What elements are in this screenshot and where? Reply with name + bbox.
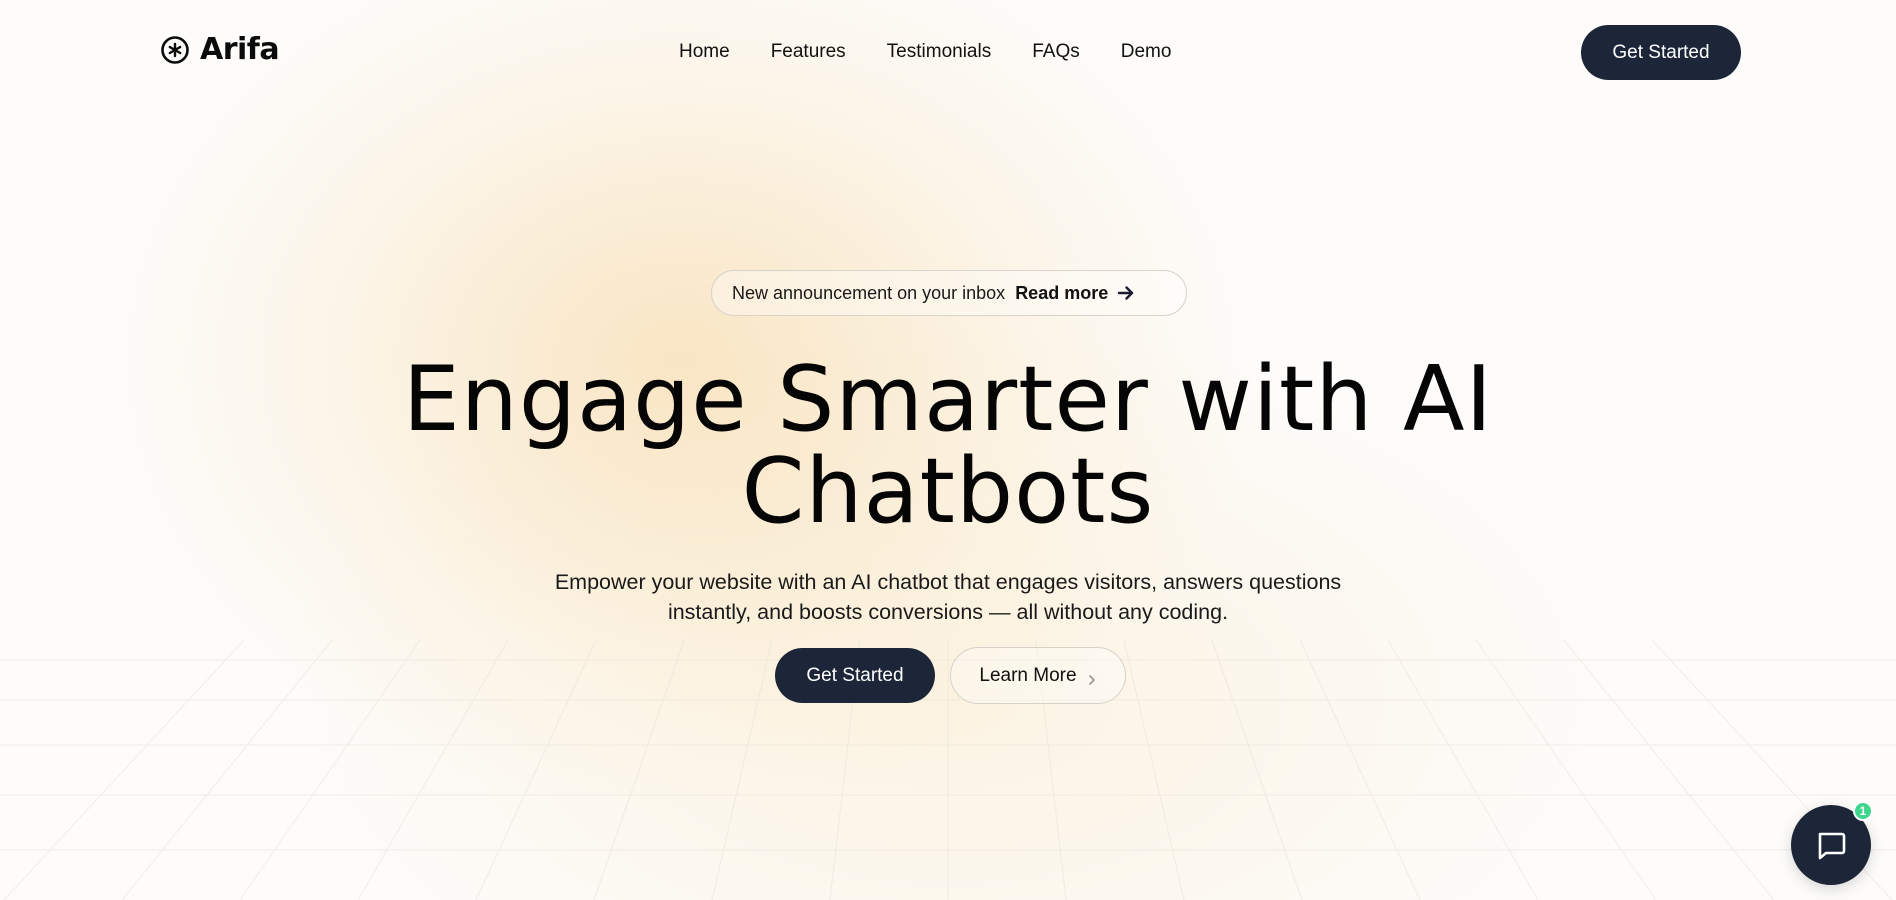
chevron-right-icon [1087, 670, 1097, 685]
landing-page: Arifa Home Features Testimonials FAQs De… [0, 0, 1896, 900]
learn-more-label: Learn More [979, 664, 1077, 686]
hero-title-line-1: Engage Smarter with AI [402, 347, 1494, 452]
site-header: Arifa Home Features Testimonials FAQs De… [0, 0, 1896, 104]
read-more-label: Read more [1015, 282, 1109, 303]
asterisk-circle-icon [160, 35, 190, 65]
hero-title: Engage Smarter with AI Chatbots [0, 354, 1896, 538]
announcement-pill[interactable]: New announcement on your inbox Read more [711, 270, 1187, 316]
brand-name: Arifa [200, 32, 280, 67]
hero-actions: Get Started Learn More [775, 647, 1126, 704]
announcement-text: New announcement on your inbox [732, 282, 1006, 303]
learn-more-button[interactable]: Learn More [950, 647, 1126, 704]
main-nav: Home Features Testimonials FAQs Demo [679, 38, 1171, 66]
chat-bubble-icon [1813, 827, 1849, 863]
hero-get-started-button[interactable]: Get Started [775, 648, 935, 703]
brand-logo[interactable]: Arifa [160, 32, 280, 67]
nav-faqs[interactable]: FAQs [1032, 38, 1080, 66]
read-more-link[interactable]: Read more [1015, 283, 1136, 304]
hero-subtitle-line-1: Empower your website with an AI chatbot … [554, 570, 1342, 594]
arrow-right-icon [1116, 283, 1136, 303]
hero-subtitle: Empower your website with an AI chatbot … [0, 567, 1896, 627]
nav-features[interactable]: Features [771, 38, 846, 66]
nav-home[interactable]: Home [679, 38, 730, 66]
hero-title-line-2: Chatbots [741, 439, 1155, 544]
header-get-started-button[interactable]: Get Started [1581, 25, 1741, 80]
chat-notification-badge: 1 [1853, 801, 1873, 821]
nav-testimonials[interactable]: Testimonials [887, 38, 992, 66]
nav-demo[interactable]: Demo [1121, 38, 1172, 66]
hero-subtitle-line-2: instantly, and boosts conversions — all … [667, 600, 1229, 624]
